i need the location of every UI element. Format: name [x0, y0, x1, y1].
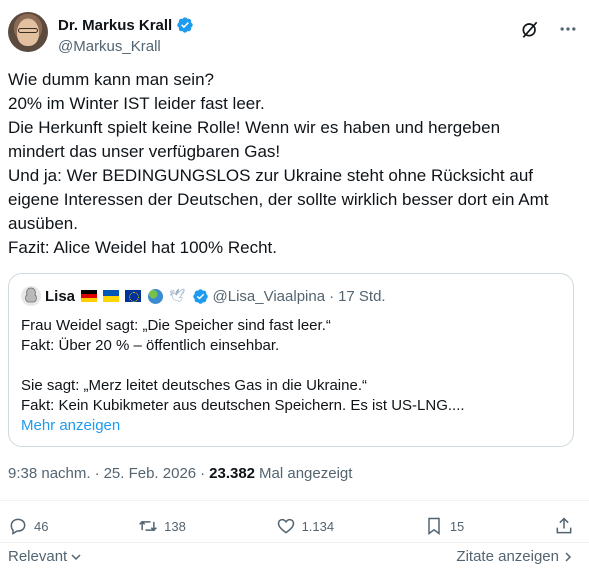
quote-line: Sie sagt: „Merz leitet deutsches Gas in …: [21, 377, 367, 394]
tweet-line: 20% im Winter IST leider fast leer.: [8, 94, 265, 113]
share-icon: [556, 517, 572, 534]
tweet-line: eigene Interessen der Deutschen, der sol…: [8, 190, 549, 209]
like-count: 1.134: [301, 518, 335, 534]
meta-separator: ·: [94, 465, 100, 482]
divider: [0, 542, 589, 543]
tweet-meta: 9:38 nachm. · 25. Feb. 2026 · 23.382 Mal…: [8, 465, 352, 482]
tweet-date[interactable]: 25. Feb. 2026: [104, 465, 197, 482]
share-button[interactable]: [554, 516, 574, 536]
quote-separator: ·: [329, 287, 335, 305]
tweet-text: Wie dumm kann man sein? 20% im Winter IS…: [8, 68, 578, 260]
view-quotes-link[interactable]: Zitate anzeigen: [456, 548, 574, 565]
flag-germany-icon: [81, 290, 98, 302]
show-more-link[interactable]: Mehr anzeigen: [21, 416, 561, 436]
author-name[interactable]: Dr. Markus Krall: [58, 17, 172, 34]
tweet-time[interactable]: 9:38 nachm.: [8, 465, 91, 482]
quote-line: Fakt: Über 20 % – öffentlich einsehbar.: [21, 337, 280, 354]
heart-icon: [277, 518, 294, 534]
quote-text: Frau Weidel sagt: „Die Speicher sind fas…: [21, 316, 561, 436]
reply-count: 46: [34, 518, 49, 534]
tweet-line: mindert das unser verfügbaren Gas!: [8, 142, 281, 161]
tweet-line: Wie dumm kann man sein?: [8, 70, 214, 89]
replies-footer: Relevant Zitate anzeigen: [8, 548, 574, 565]
reply-button[interactable]: 46: [8, 516, 48, 536]
chevron-down-icon: [71, 553, 81, 560]
views-label: Mal angezeigt: [259, 465, 353, 482]
repost-count: 138: [164, 518, 186, 534]
dove-icon: 🕊︎: [169, 288, 186, 303]
tweet-header: Dr. Markus Krall @Markus_Krall: [8, 12, 579, 60]
tweet-line: ausüben.: [8, 214, 78, 233]
tweet-line: Die Herkunft spielt keine Rolle! Wenn wi…: [8, 118, 501, 137]
reply-icon: [10, 518, 26, 535]
chevron-right-icon: [565, 551, 572, 562]
views-count: 23.382: [209, 465, 256, 482]
repost-icon: [139, 520, 158, 532]
flag-eu-icon: [125, 290, 142, 302]
action-bar: 46 138 1.134 15: [8, 512, 574, 540]
quote-author-name[interactable]: Lisa: [45, 288, 75, 305]
quote-line: Fakt: Kein Kubikmeter aus deutschen Spei…: [21, 397, 465, 414]
view-quotes-label: Zitate anzeigen: [456, 548, 559, 565]
author-avatar[interactable]: [8, 12, 48, 52]
bookmark-button[interactable]: 15: [424, 516, 464, 536]
author-info: Dr. Markus Krall @Markus_Krall: [58, 16, 194, 55]
like-button[interactable]: 1.134: [276, 516, 335, 536]
top-actions: [519, 18, 579, 40]
author-handle[interactable]: @Markus_Krall: [58, 38, 194, 55]
more-icon[interactable]: [557, 18, 579, 40]
quote-avatar[interactable]: [21, 286, 41, 306]
tweet-line: Und ja: Wer BEDINGUNGSLOS zur Ukraine st…: [8, 166, 533, 185]
grok-icon[interactable]: [519, 18, 541, 40]
quoted-tweet[interactable]: Lisa 🕊︎ @Lisa_Viaalpina · 17 Std. Frau W…: [8, 273, 574, 447]
quote-header: Lisa 🕊︎ @Lisa_Viaalpina · 17 Std.: [21, 286, 561, 306]
verified-badge-icon: [192, 288, 208, 304]
flag-ukraine-icon: [103, 290, 120, 302]
quote-line: Frau Weidel sagt: „Die Speicher sind fas…: [21, 317, 331, 334]
globe-icon: [148, 288, 164, 304]
verified-badge-icon: [177, 17, 193, 33]
divider: [0, 500, 589, 501]
quote-author-handle[interactable]: @Lisa_Viaalpina: [213, 288, 326, 305]
tweet-line: Fazit: Alice Weidel hat 100% Recht.: [8, 238, 277, 257]
author-name-row[interactable]: Dr. Markus Krall: [58, 16, 194, 34]
quote-line: [21, 356, 561, 376]
quote-timestamp[interactable]: 17 Std.: [338, 288, 386, 305]
repost-button[interactable]: 138: [138, 516, 186, 536]
meta-separator: ·: [200, 465, 206, 482]
bookmark-count: 15: [449, 518, 465, 534]
sort-label: Relevant: [8, 548, 68, 565]
bookmark-icon: [428, 517, 440, 535]
sort-dropdown[interactable]: Relevant: [8, 548, 82, 565]
